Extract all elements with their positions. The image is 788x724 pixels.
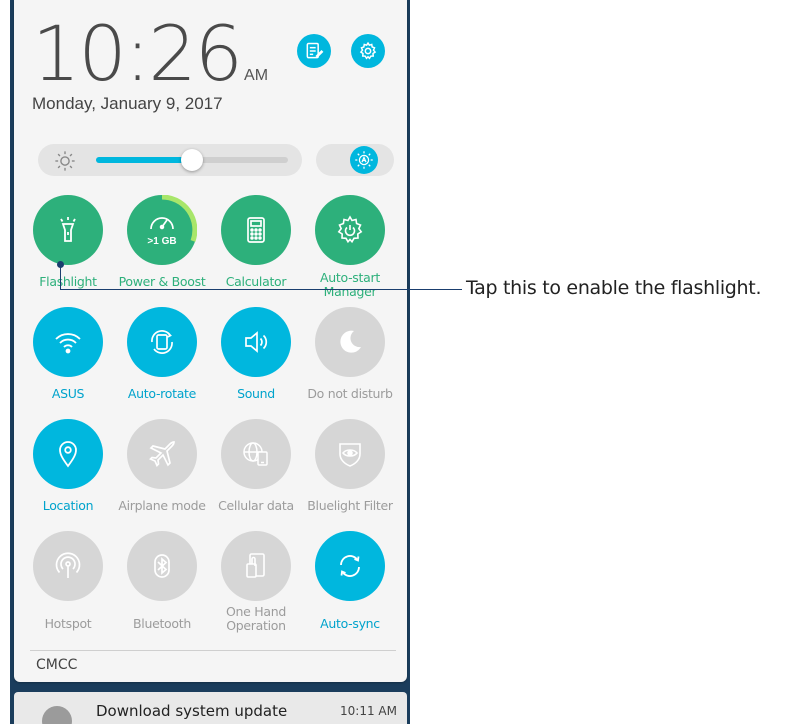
gear-power-icon — [337, 215, 363, 244]
notification-card[interactable]: Download system update 10:11 AM — [14, 692, 407, 724]
tile-one-hand-operation-button[interactable] — [221, 531, 291, 601]
tile-one-hand-operation[interactable]: One Hand Operation — [209, 531, 303, 633]
tile-label: Airplane mode — [118, 498, 206, 513]
clock-ampm: AM — [244, 67, 269, 84]
bluetooth-icon — [154, 554, 170, 578]
brightness-slider-handle[interactable] — [181, 149, 203, 171]
clock-time: 10:26 — [32, 9, 243, 98]
notification-time: 10:11 AM — [340, 704, 397, 718]
tile-label: Cellular data — [218, 498, 294, 513]
phone-screen: 10:26 AM Monday, January 9, 2017 Flashli… — [10, 0, 410, 724]
flashlight-icon — [60, 217, 76, 242]
carrier-name: CMCC — [36, 657, 78, 673]
tile-label: Flashlight — [39, 274, 97, 289]
tile-auto-start-manager-button[interactable] — [315, 195, 385, 265]
tile-bluetooth-button[interactable] — [127, 531, 197, 601]
notification-title: Download system update — [96, 702, 288, 720]
memory-ring — [161, 195, 197, 242]
tile-label: Bluetooth — [133, 616, 191, 631]
tile-label: Power & Boost — [118, 274, 206, 289]
eye-shield-icon — [339, 443, 361, 467]
tile-auto-start-manager[interactable]: Auto-start Manager — [303, 195, 397, 299]
tile-label: Auto-sync — [320, 616, 380, 631]
callout-leader-vertical — [60, 264, 61, 290]
tile-airplane-mode-button[interactable] — [127, 419, 197, 489]
tile-calculator[interactable]: Calculator — [209, 195, 303, 289]
tile-sound[interactable]: Sound — [209, 307, 303, 401]
quick-settings-panel: 10:26 AM Monday, January 9, 2017 Flashli… — [14, 0, 407, 682]
tile-auto-sync[interactable]: Auto-sync — [303, 531, 397, 631]
tile-label: Sound — [237, 386, 275, 401]
tile-bluelight-filter[interactable]: Bluelight Filter — [303, 419, 397, 513]
rotate-icon — [151, 330, 173, 354]
brightness-low-icon — [55, 151, 75, 171]
globe-phone-icon — [243, 442, 268, 466]
tile-hotspot[interactable]: Hotspot — [21, 531, 115, 631]
airplane-icon — [149, 441, 175, 467]
tile-label: Calculator — [225, 274, 287, 289]
tile-flashlight-button[interactable] — [33, 195, 103, 265]
download-icon — [42, 706, 72, 724]
callout-text: Tap this to enable the flashlight. — [466, 277, 762, 299]
speaker-icon — [245, 331, 268, 353]
brightness-slider-fill — [96, 157, 192, 163]
tile-location[interactable]: Location — [21, 419, 115, 513]
tile-auto-rotate-button[interactable] — [127, 307, 197, 377]
tile-hotspot-button[interactable] — [33, 531, 103, 601]
auto-brightness-icon — [355, 151, 373, 169]
tile-calculator-button[interactable] — [221, 195, 291, 265]
tile-wifi[interactable]: ASUS — [21, 307, 115, 401]
gear-icon — [359, 41, 377, 60]
tile-cellular-data[interactable]: Cellular data — [209, 419, 303, 513]
tile-auto-sync-button[interactable] — [315, 531, 385, 601]
tile-auto-rotate[interactable]: Auto-rotate — [115, 307, 209, 401]
one-hand-icon — [246, 553, 265, 578]
tile-flashlight[interactable]: Flashlight — [21, 195, 115, 289]
tile-power-boost[interactable]: >1 GB Power & Boost — [115, 195, 209, 289]
tile-label: One Hand Operation — [226, 604, 286, 633]
callout-leader-line — [60, 289, 462, 290]
calculator-icon — [247, 217, 265, 243]
tile-airplane-mode[interactable]: Airplane mode — [115, 419, 209, 513]
tile-bluelight-filter-button[interactable] — [315, 419, 385, 489]
tile-power-boost-button[interactable]: >1 GB — [127, 195, 197, 265]
notes-button[interactable] — [297, 34, 331, 68]
tile-label: Auto-start Manager — [320, 270, 380, 299]
tile-label: ASUS — [51, 386, 85, 401]
tile-sound-button[interactable] — [221, 307, 291, 377]
tile-label: Bluelight Filter — [307, 498, 393, 513]
auto-brightness-button[interactable] — [350, 146, 378, 174]
tile-location-button[interactable] — [33, 419, 103, 489]
tile-wifi-button[interactable] — [33, 307, 103, 377]
memory-label: >1 GB — [147, 236, 177, 247]
clock: 10:26 AM — [32, 14, 268, 94]
tile-label: Auto-rotate — [127, 386, 197, 401]
divider — [30, 650, 396, 651]
date-text: Monday, January 9, 2017 — [32, 94, 223, 113]
sync-icon — [340, 555, 360, 577]
notepad-icon — [306, 42, 324, 59]
tile-bluetooth[interactable]: Bluetooth — [115, 531, 209, 631]
tile-label: Location — [42, 498, 94, 513]
tile-do-not-disturb-button[interactable] — [315, 307, 385, 377]
location-pin-icon — [59, 441, 77, 468]
moon-icon — [340, 330, 361, 353]
tile-do-not-disturb[interactable]: Do not disturb — [303, 307, 397, 401]
tile-label: Do not disturb — [307, 386, 393, 401]
hotspot-icon — [55, 552, 81, 578]
tile-label: Hotspot — [44, 616, 92, 631]
tile-cellular-data-button[interactable] — [221, 419, 291, 489]
settings-button[interactable] — [351, 34, 385, 68]
wifi-icon — [55, 333, 81, 354]
